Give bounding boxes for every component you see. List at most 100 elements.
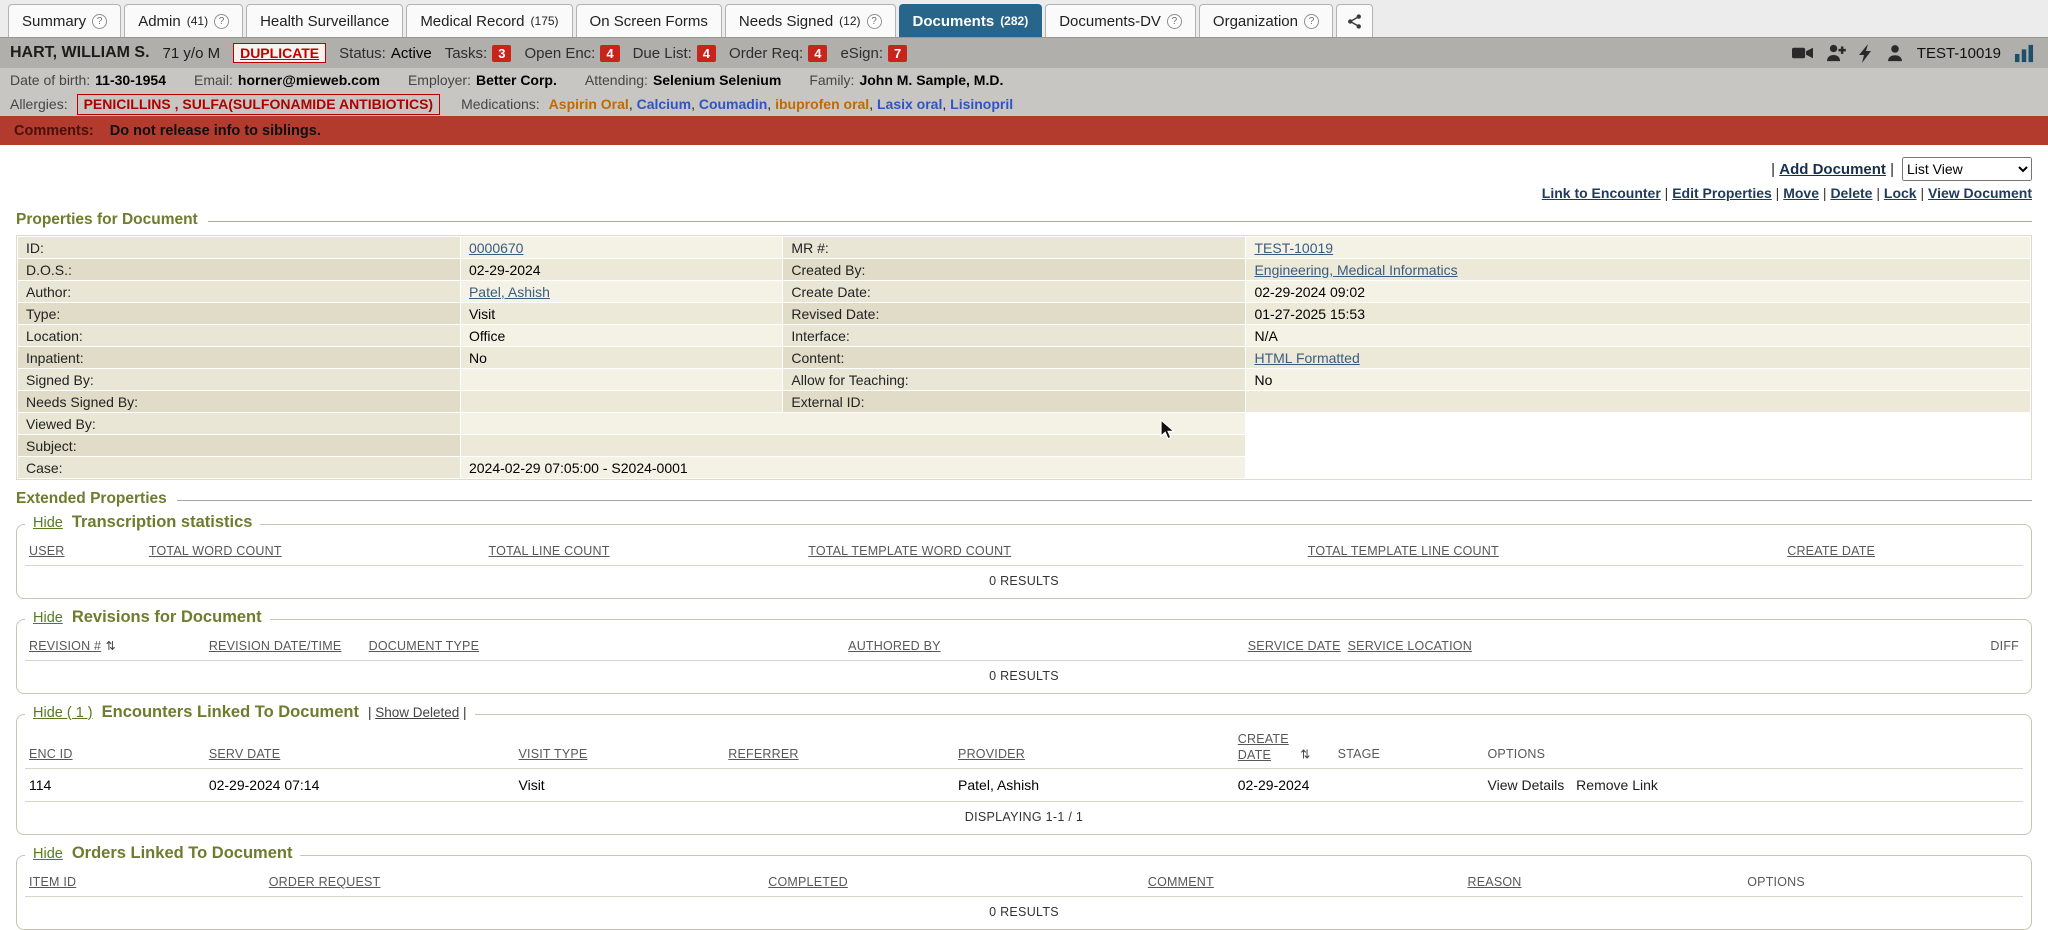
column-header-document-type[interactable]: DOCUMENT TYPE (369, 639, 480, 653)
transcription-hide-link[interactable]: Hide (33, 515, 63, 531)
column-header-order-request[interactable]: ORDER REQUEST (269, 875, 381, 889)
column-header-service-date[interactable]: SERVICE DATE (1248, 639, 1341, 653)
orders-hide-link[interactable]: Hide (33, 846, 63, 862)
lock-link[interactable]: Lock (1884, 185, 1917, 201)
column-header-total-template-line-count[interactable]: TOTAL TEMPLATE LINE COUNT (1308, 544, 1499, 558)
tab-on-screen-forms[interactable]: On Screen Forms (576, 4, 722, 37)
order-req-badge[interactable]: 4 (808, 45, 827, 62)
column-header-user[interactable]: USER (29, 544, 65, 558)
column-header-completed[interactable]: COMPLETED (768, 875, 848, 889)
allergy-list[interactable]: PENICILLINS , SULFA(SULFONAMIDE ANTIBIOT… (77, 94, 440, 115)
tab-documents[interactable]: Documents (282) (899, 4, 1043, 37)
property-label: Revised Date: (783, 303, 1245, 324)
column-header-provider[interactable]: PROVIDER (958, 747, 1025, 761)
revisions-hide-link[interactable]: Hide (33, 610, 63, 626)
column-header-revision-number[interactable]: REVISION # (29, 639, 101, 653)
tab-label: Needs Signed (739, 13, 833, 30)
tab-settings[interactable] (1336, 4, 1373, 37)
popout-icon[interactable]: ? (92, 14, 107, 29)
column-header-authored-by[interactable]: AUTHORED BY (848, 639, 941, 653)
popout-icon[interactable]: ? (1167, 14, 1182, 29)
column-header-reason[interactable]: REASON (1468, 875, 1522, 889)
add-user-icon[interactable] (1826, 44, 1846, 62)
tab-admin[interactable]: Admin (41) ? (124, 4, 243, 37)
property-value (1246, 391, 2030, 412)
column-header-visit-type[interactable]: VISIT TYPE (519, 747, 588, 761)
column-header-item-id[interactable]: ITEM ID (29, 875, 76, 889)
medications-list: Aspirin Oral Calcium Coumadin ibuprofen … (549, 96, 1013, 112)
view-document-link[interactable]: View Document (1928, 185, 2032, 201)
column-header-total-template-word-count[interactable]: TOTAL TEMPLATE WORD COUNT (808, 544, 1011, 558)
sort-icon[interactable]: ⇅ (1300, 747, 1310, 761)
document-id-link[interactable]: 0000670 (469, 240, 524, 256)
mr-number-link[interactable]: TEST-10019 (1254, 240, 1333, 256)
counter-label: Open Enc: (524, 45, 595, 62)
patient-status: Status: Active (339, 45, 432, 62)
tab-organization[interactable]: Organization ? (1199, 4, 1333, 37)
medication-link[interactable]: Calcium (637, 96, 699, 112)
created-by-link[interactable]: Engineering, Medical Informatics (1254, 262, 1457, 278)
property-label: Needs Signed By: (18, 391, 460, 412)
medication-link[interactable]: Lisinopril (950, 96, 1013, 112)
tab-documents-dv[interactable]: Documents-DV ? (1045, 4, 1196, 37)
show-deleted-link[interactable]: Show Deleted (375, 705, 459, 720)
esign-badge[interactable]: 7 (888, 45, 907, 62)
column-header-create-date[interactable]: CREATE DATE (1238, 732, 1296, 763)
properties-section-title: Properties for Document (16, 211, 2032, 229)
field-value: 11-30-1954 (95, 72, 166, 88)
column-header-total-word-count[interactable]: TOTAL WORD COUNT (149, 544, 282, 558)
popout-icon[interactable]: ? (214, 14, 229, 29)
edit-properties-link[interactable]: Edit Properties (1672, 185, 1772, 201)
link-to-encounter-link[interactable]: Link to Encounter (1542, 185, 1661, 201)
duplicate-flag[interactable]: DUPLICATE (233, 43, 326, 63)
medication-link[interactable]: ibuprofen oral (775, 96, 877, 112)
document-toolbar: Add Document List View (16, 151, 2032, 183)
encounter-create-date: 02-29-2024 (1234, 769, 1334, 802)
tab-medical-record[interactable]: Medical Record (175) (406, 4, 572, 37)
transcription-legend: Hide Transcription statistics (25, 513, 260, 532)
delete-link[interactable]: Delete (1830, 185, 1872, 201)
open-enc-badge[interactable]: 4 (600, 45, 619, 62)
view-select[interactable]: List View (1902, 157, 2032, 181)
column-header-enc-id[interactable]: ENC ID (29, 747, 73, 761)
column-header-options: OPTIONS (1747, 875, 1805, 889)
video-camera-icon[interactable] (1792, 45, 1813, 61)
user-icon[interactable] (1886, 44, 1904, 62)
remove-link-link[interactable]: Remove Link (1576, 777, 1658, 793)
tasks-badge[interactable]: 3 (492, 45, 511, 62)
author-link[interactable]: Patel, Ashish (469, 284, 550, 300)
popout-icon[interactable]: ? (867, 14, 882, 29)
medication-link[interactable]: Lasix oral (877, 96, 950, 112)
lightning-bolt-icon[interactable] (1859, 44, 1873, 63)
chart-icon[interactable] (2014, 44, 2034, 63)
column-header-comment[interactable]: COMMENT (1148, 875, 1214, 889)
content-format-link[interactable]: HTML Formatted (1254, 350, 1359, 366)
view-details-link[interactable]: View Details (1488, 777, 1565, 793)
sort-icon[interactable]: ⇅ (106, 639, 116, 653)
column-header-revision-datetime[interactable]: REVISION DATE/TIME (209, 639, 342, 653)
tab-needs-signed[interactable]: Needs Signed (12) ? (725, 4, 896, 37)
encounters-hide-link[interactable]: Hide ( 1 ) (33, 705, 93, 721)
encounters-title: Encounters Linked To Document (102, 703, 359, 722)
column-header-total-line-count[interactable]: TOTAL LINE COUNT (489, 544, 610, 558)
popout-icon[interactable]: ? (1304, 14, 1319, 29)
column-header-create-date[interactable]: CREATE DATE (1787, 544, 1875, 558)
medication-link[interactable]: Coumadin (699, 96, 775, 112)
property-label: Case: (18, 457, 460, 478)
medication-link[interactable]: Aspirin Oral (549, 96, 637, 112)
column-header-service-location[interactable]: SERVICE LOCATION (1348, 639, 1472, 653)
tab-label: On Screen Forms (590, 13, 708, 30)
move-link[interactable]: Move (1783, 185, 1819, 201)
due-list-badge[interactable]: 4 (697, 45, 716, 62)
column-header-serv-date[interactable]: SERV DATE (209, 747, 281, 761)
add-document-link[interactable]: Add Document (1779, 161, 1886, 178)
open-enc-counter: Open Enc: 4 (524, 45, 619, 62)
tab-summary[interactable]: Summary ? (8, 4, 121, 37)
column-header-referrer[interactable]: REFERRER (728, 747, 798, 761)
add-document-wrap: Add Document (1771, 161, 1894, 178)
field-label: Email: (194, 72, 233, 88)
tab-health-surveillance[interactable]: Health Surveillance (246, 4, 403, 37)
property-value: N/A (1246, 325, 2030, 346)
encounter-id: 114 (25, 769, 205, 802)
esign-counter: eSign: 7 (840, 45, 907, 62)
